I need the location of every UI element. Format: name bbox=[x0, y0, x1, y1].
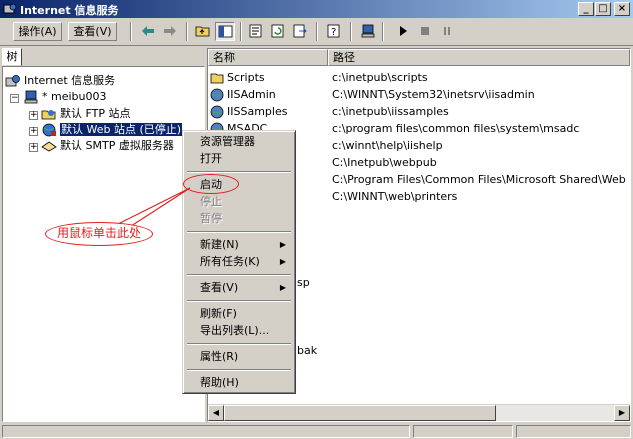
annotation-callout: 用鼠标单击此处 bbox=[45, 222, 153, 246]
status-bar bbox=[0, 424, 633, 439]
iis-manager-window: Internet 信息服务 _ □ × 操作(A) 查看(V) ? 树 Inte… bbox=[0, 0, 633, 439]
status-cell bbox=[413, 425, 513, 438]
callout-pointer bbox=[116, 187, 191, 229]
status-cell bbox=[516, 425, 631, 438]
status-cell bbox=[2, 425, 410, 438]
